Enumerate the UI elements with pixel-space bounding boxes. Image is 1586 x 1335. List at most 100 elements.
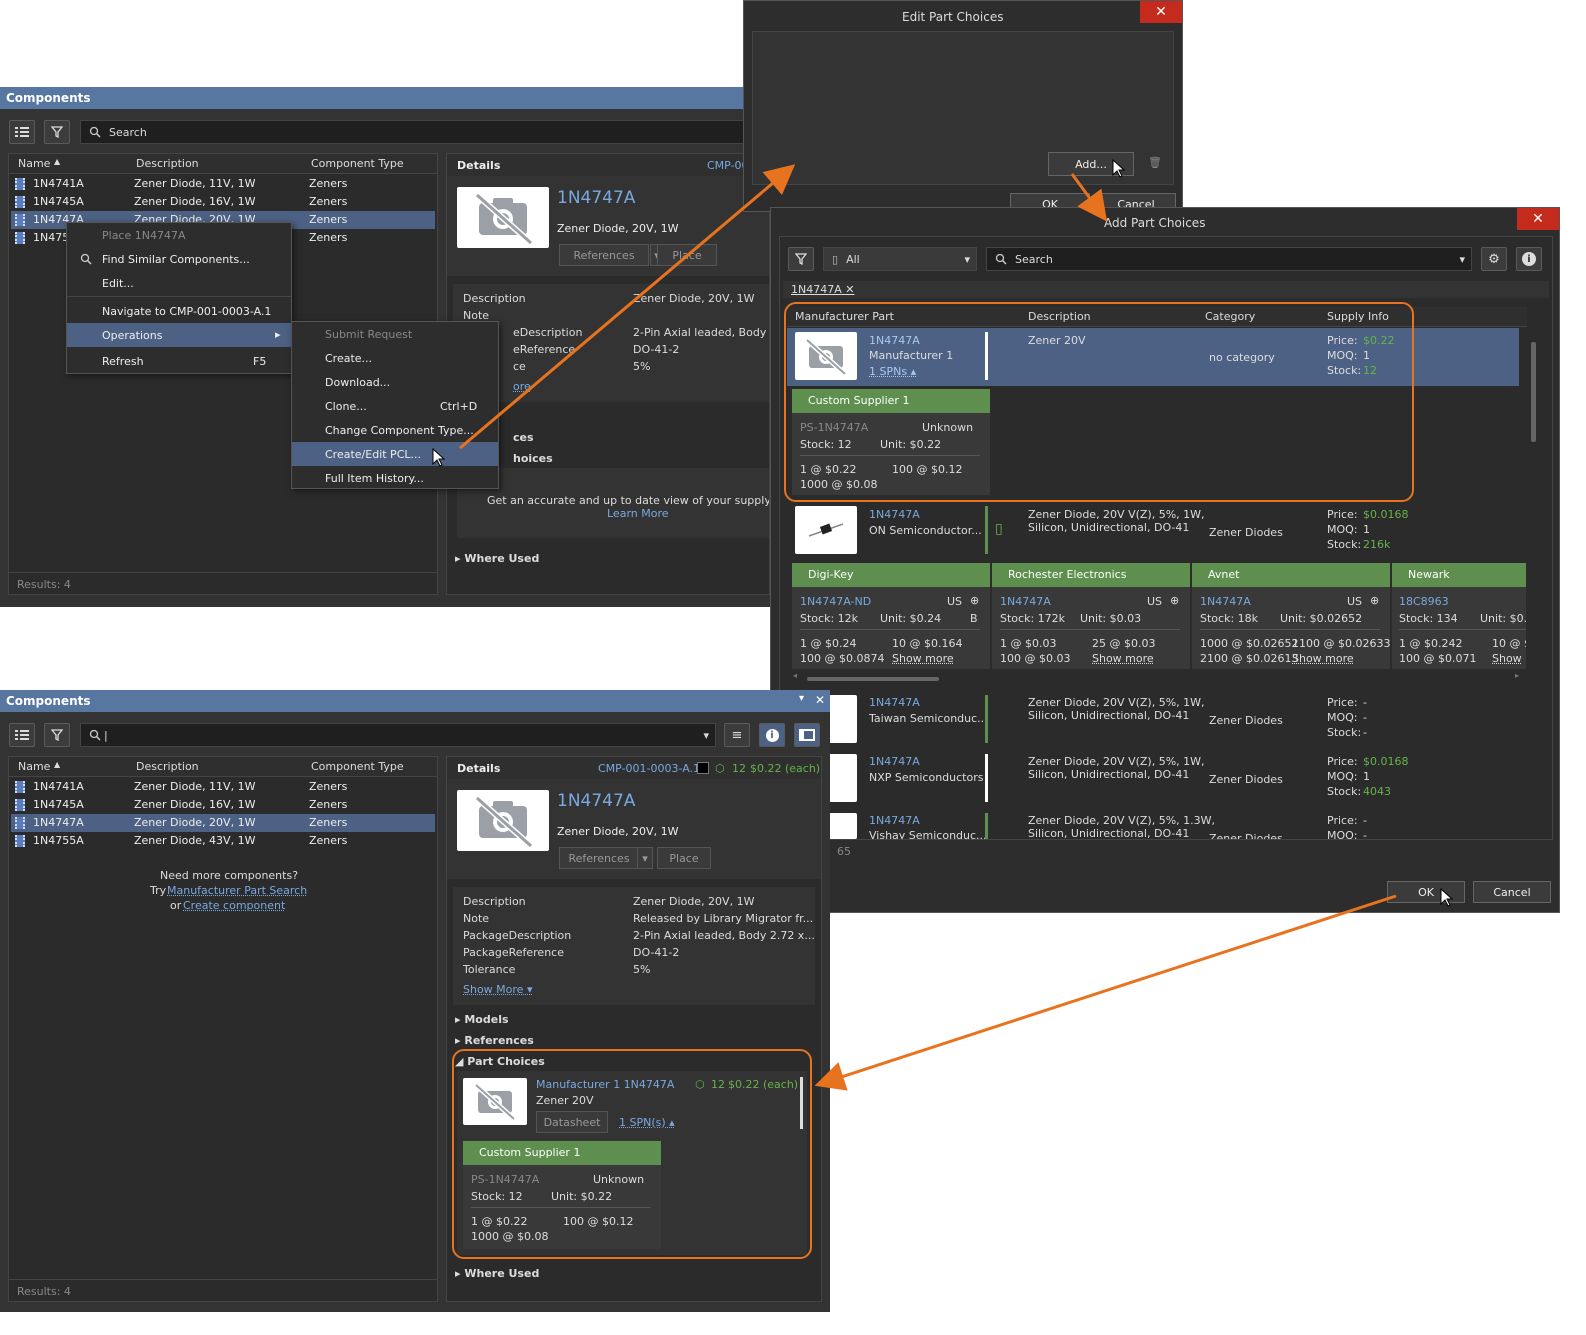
part-description: Zener Diode, 20V, 1W xyxy=(557,825,679,838)
context-menu: Place 1N4747A Find Similar Components...… xyxy=(66,222,292,374)
search-input[interactable]: Search xyxy=(80,120,750,144)
panel-title: Components xyxy=(0,87,770,109)
details-id-link[interactable]: CMP-001-0003-A.1 xyxy=(598,762,700,775)
results-count: Results: 4 xyxy=(17,1285,71,1298)
results-count: Results: 4 xyxy=(17,578,71,591)
show-more-link[interactable]: ore xyxy=(513,380,531,393)
chip-icon xyxy=(15,799,25,811)
table-row[interactable]: 1N4755A Zener Diode, 43V, 1W Zeners xyxy=(11,832,435,850)
chip-icon xyxy=(15,196,25,208)
chip-icon xyxy=(15,835,25,847)
horizontal-scrollbar[interactable]: ◂ ▸ xyxy=(787,671,1527,683)
table-row[interactable]: 1N4745A Zener Diode, 16V, 1W Zeners xyxy=(11,796,435,814)
part-number-link[interactable]: 1N4747A xyxy=(869,696,920,709)
color-swatch xyxy=(697,762,709,774)
search-input[interactable]: Search ▾ xyxy=(986,247,1472,271)
filter-button[interactable] xyxy=(788,247,814,271)
show-more-link[interactable]: Show more xyxy=(1292,652,1354,665)
category-filter-dropdown[interactable]: ▯ All ▾ xyxy=(823,247,977,271)
panel-title: Components ▾ ✕ xyxy=(0,690,830,712)
panel-menu-icon[interactable]: ▾ xyxy=(799,693,804,704)
submenu-full-history[interactable]: Full Item History... xyxy=(292,466,498,490)
submenu-change-type[interactable]: Change Component Type... xyxy=(292,418,498,442)
prop-key: Note xyxy=(463,912,490,925)
cancel-button[interactable]: Cancel xyxy=(1473,881,1551,903)
models-section[interactable]: ▸ Models xyxy=(455,1013,509,1026)
learn-more-link[interactable]: Learn More xyxy=(607,507,669,520)
filter-icon xyxy=(51,126,63,138)
show-more-link[interactable]: Show more xyxy=(892,652,954,665)
col-component-type[interactable]: Component Type xyxy=(311,760,404,773)
menu-item-operations[interactable]: Operations ▸ xyxy=(67,323,291,347)
panel-layout-icon xyxy=(799,729,815,741)
filter-icon xyxy=(795,253,807,265)
cursor-icon xyxy=(432,448,446,467)
or-text: or xyxy=(170,899,182,912)
submenu-download[interactable]: Download... xyxy=(292,370,498,394)
where-used-section[interactable]: ▸ Where Used xyxy=(455,1267,539,1280)
part-number-link[interactable]: 1N4747A xyxy=(869,755,920,768)
supplier-card: 1N4747A US ⊕ Stock: 172k Unit: $0.03 1 @ $0… xyxy=(992,587,1190,669)
filter-chip[interactable]: 1N4747A ✕ xyxy=(791,283,854,296)
submenu-create-edit-pcl[interactable]: Create/Edit PCL... xyxy=(292,442,498,466)
list-view-button[interactable] xyxy=(9,120,35,144)
cursor-icon xyxy=(1440,888,1454,907)
place-button[interactable]: Place xyxy=(657,244,717,266)
split-view-button[interactable] xyxy=(794,723,820,747)
close-icon[interactable]: ✕ xyxy=(815,693,825,707)
col-name[interactable]: Name xyxy=(18,760,50,773)
table-row[interactable]: 1N4741A Zener Diode, 11V, 1W Zeners xyxy=(11,175,435,193)
stock-cube-icon: ⬡ xyxy=(715,762,725,775)
submenu-clone[interactable]: Clone... Ctrl+D xyxy=(292,394,498,418)
close-icon: ✕ xyxy=(1155,4,1167,20)
close-button[interactable]: ✕ xyxy=(1140,1,1182,23)
where-used-section[interactable]: ▸ Where Used xyxy=(455,552,539,565)
section-references[interactable]: ces xyxy=(513,431,534,444)
references-dropdown[interactable]: ▾ xyxy=(637,847,653,869)
col-name[interactable]: Name xyxy=(18,157,50,170)
menu-button[interactable]: ≡ xyxy=(724,723,750,747)
place-button[interactable]: Place xyxy=(657,847,711,869)
search-input[interactable]: | ▾ xyxy=(80,723,716,747)
prop-value: Released by Library Migrator fr... xyxy=(633,912,814,925)
menu-item-navigate[interactable]: Navigate to CMP-001-0003-A.1 xyxy=(67,299,291,323)
references-button[interactable]: References xyxy=(559,244,649,266)
chip-icon xyxy=(15,214,25,226)
table-row[interactable]: 1N4745A Zener Diode, 16V, 1W Zeners xyxy=(11,193,435,211)
list-view-button[interactable] xyxy=(9,723,35,747)
table-row[interactable]: 1N4741A Zener Diode, 11V, 1W Zeners xyxy=(11,778,435,796)
info-button[interactable]: i xyxy=(1516,247,1542,271)
menu-item-edit[interactable]: Edit... xyxy=(67,271,291,295)
menu-item-refresh[interactable]: Refresh F5 xyxy=(67,349,291,373)
info-icon: i xyxy=(1522,252,1536,266)
col-description[interactable]: Description xyxy=(136,157,199,170)
part-number-link[interactable]: 1N4747A xyxy=(869,814,920,827)
filter-button[interactable] xyxy=(44,120,70,144)
references-button[interactable]: References xyxy=(559,847,639,869)
need-more-text: Need more components? xyxy=(160,869,299,882)
col-description[interactable]: Description xyxy=(136,760,199,773)
part-number-link[interactable]: 1N4747A xyxy=(869,508,920,521)
chip-icon xyxy=(15,817,25,829)
col-component-type[interactable]: Component Type xyxy=(311,157,404,170)
create-component-link[interactable]: Create component xyxy=(183,899,285,912)
section-part-choices[interactable]: hoices xyxy=(513,452,553,465)
menu-item-find-similar[interactable]: Find Similar Components... xyxy=(67,247,291,271)
settings-button[interactable]: ⚙ xyxy=(1481,247,1507,271)
show-more-link[interactable]: Show xyxy=(1492,652,1522,665)
trash-icon[interactable]: 🗑 xyxy=(1148,156,1162,169)
gear-icon: ⚙ xyxy=(1488,251,1500,267)
vertical-scrollbar[interactable] xyxy=(1529,328,1539,836)
show-more-link[interactable]: Show more xyxy=(1092,652,1154,665)
show-more-link[interactable]: Show More ▾ xyxy=(463,983,532,996)
supplier-header: Newark xyxy=(1392,563,1526,587)
manufacturer-part-search-link[interactable]: Manufacturer Part Search xyxy=(167,884,307,897)
filter-button[interactable] xyxy=(44,723,70,747)
submenu-create[interactable]: Create... xyxy=(292,346,498,370)
info-icon: i xyxy=(765,728,779,742)
cursor-icon xyxy=(1112,159,1126,178)
references-section[interactable]: ▸ References xyxy=(455,1034,534,1047)
info-toggle-button[interactable]: i xyxy=(759,723,785,747)
table-row[interactable]: 1N4747A Zener Diode, 20V, 1W Zeners xyxy=(11,814,435,832)
close-button[interactable]: ✕ xyxy=(1517,208,1559,230)
